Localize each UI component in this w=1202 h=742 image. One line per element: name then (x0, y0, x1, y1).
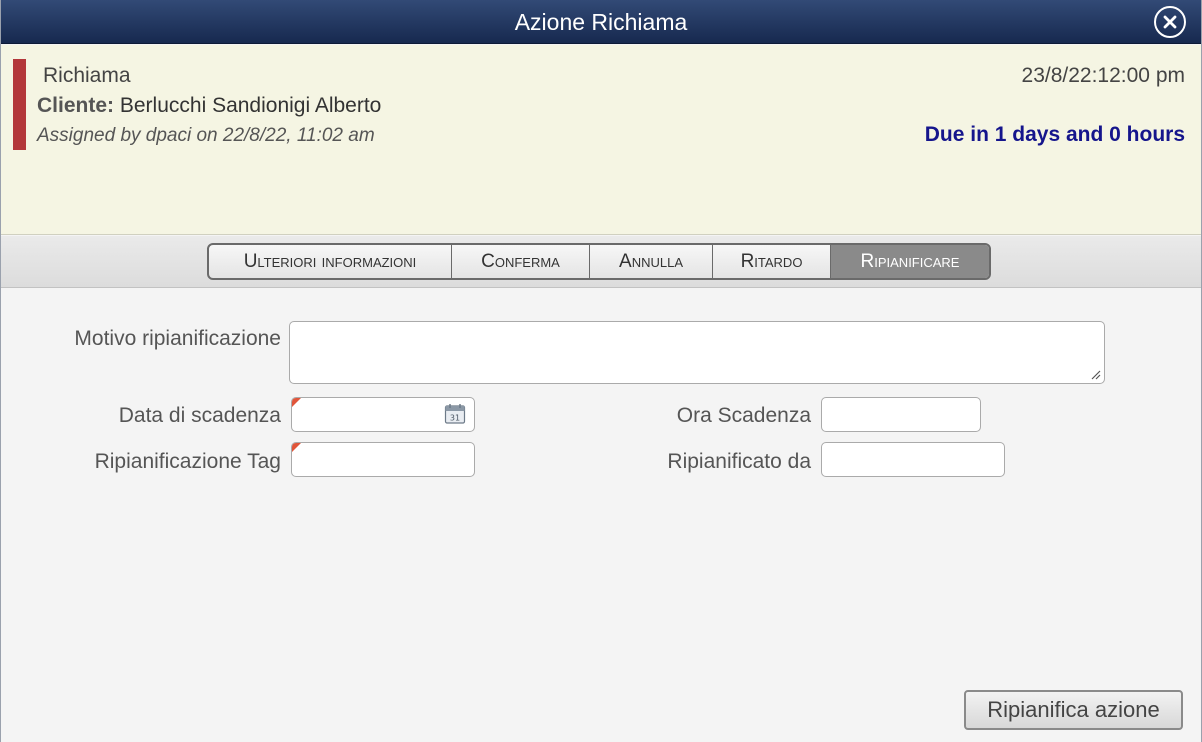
calendar-icon[interactable]: 31 (444, 403, 466, 425)
client-label: Cliente: (37, 94, 115, 117)
rescheduled-by-label: Ripianificato da (667, 450, 811, 473)
tab-ripianificare[interactable]: Ripianificare (831, 245, 989, 278)
client-line: Cliente: Berlucchi Sandionigi Alberto (37, 94, 381, 118)
reschedule-tag-input[interactable] (291, 442, 475, 477)
action-info-panel: Richiama Cliente: Berlucchi Sandionigi A… (1, 45, 1201, 235)
tab-conferma[interactable]: Conferma (452, 245, 590, 278)
tab-annulla[interactable]: Annulla (590, 245, 713, 278)
assigned-by: Assigned by dpaci on 22/8/22, 11:02 am (37, 125, 375, 146)
action-datetime: 23/8/22:12:00 pm (1021, 64, 1185, 87)
reschedule-dialog: Azione Richiama Richiama Cliente: Berluc… (0, 0, 1202, 742)
reason-field-wrapper (289, 321, 1105, 384)
dialog-title: Azione Richiama (514, 9, 688, 35)
tab-group: Ulteriori informazioni Conferma Annulla … (207, 243, 991, 280)
priority-bar (13, 59, 26, 150)
client-name: Berlucchi Sandionigi Alberto (119, 94, 382, 117)
dialog-titlebar: Azione Richiama (1, 0, 1201, 44)
tab-ulteriori-informazioni[interactable]: Ulteriori informazioni (209, 245, 452, 278)
action-type: Richiama (43, 64, 131, 87)
resize-grip-icon[interactable] (1089, 368, 1101, 380)
reason-textarea[interactable] (289, 321, 1105, 384)
due-time-input[interactable] (821, 397, 981, 432)
tab-strip: Ulteriori informazioni Conferma Annulla … (1, 236, 1201, 288)
svg-text:31: 31 (450, 414, 460, 423)
due-date-label: Data di scadenza (118, 404, 281, 427)
reason-label: Motivo ripianificazione (74, 327, 281, 350)
due-time-label: Ora Scadenza (676, 404, 811, 427)
reschedule-form: Motivo ripianificazione Data di scadenza… (1, 289, 1201, 742)
due-status: Due in 1 days and 0 hours (924, 123, 1185, 146)
due-date-input[interactable]: 31 (291, 397, 475, 432)
close-icon[interactable] (1154, 6, 1186, 38)
reschedule-action-button[interactable]: Ripianifica azione (964, 690, 1183, 730)
tab-ritardo[interactable]: Ritardo (713, 245, 831, 278)
tag-label: Ripianificazione Tag (94, 450, 281, 473)
rescheduled-by-input[interactable] (821, 442, 1005, 477)
